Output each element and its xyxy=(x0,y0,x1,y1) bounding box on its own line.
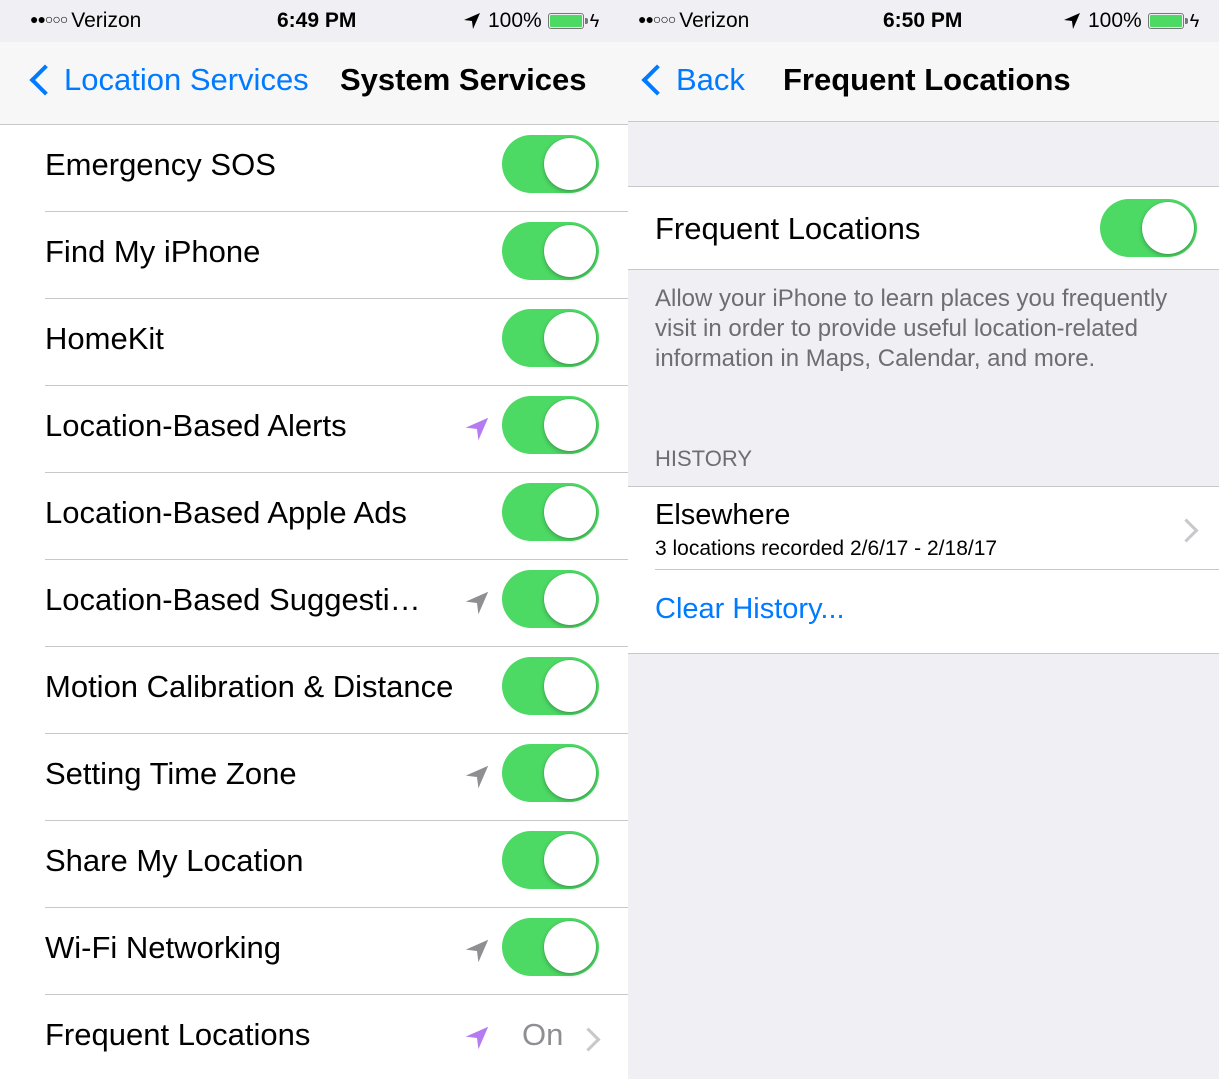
share-my-location-toggle[interactable] xyxy=(502,831,599,889)
row-value: On xyxy=(522,1017,564,1052)
row-label: Find My iPhone xyxy=(45,234,261,269)
motion-calibration-toggle[interactable] xyxy=(502,657,599,715)
battery-icon xyxy=(547,13,588,29)
row-label: Frequent Locations xyxy=(655,211,921,246)
history-section-header: HISTORY xyxy=(655,446,752,471)
history-item-subtitle: 3 locations recorded 2/6/17 - 2/18/17 xyxy=(655,537,998,560)
list-item-emergency-sos: Emergency SOS xyxy=(0,125,628,212)
row-label: HomeKit xyxy=(45,321,164,356)
signal-strength-icon: ●●○○○ xyxy=(30,11,68,27)
signal-strength-icon: ●●○○○ xyxy=(638,11,676,27)
list-item-setting-time-zone: Setting Time Zone xyxy=(0,734,628,821)
status-bar: ●●○○○ Verizon 6:49 PM 100% ϟ xyxy=(0,0,628,42)
location-arrow-icon xyxy=(464,13,480,29)
navigation-bar: Location Services System Services xyxy=(0,42,628,125)
battery-icon xyxy=(1147,13,1188,29)
back-button[interactable]: Location Services xyxy=(28,62,309,98)
row-label: Location-Based Apple Ads xyxy=(45,495,407,530)
chevron-right-icon xyxy=(576,1027,601,1052)
navigation-bar: Back Frequent Locations xyxy=(628,42,1219,122)
clear-history-button[interactable]: Clear History... xyxy=(655,593,845,626)
carrier-name: Verizon xyxy=(679,9,750,32)
row-label: Location-Based Suggesti… xyxy=(45,582,421,617)
emergency-sos-toggle[interactable] xyxy=(502,135,599,193)
chevron-left-icon xyxy=(641,64,673,96)
list-item-homekit: HomeKit xyxy=(0,299,628,386)
history-item-title: Elsewhere xyxy=(655,499,791,531)
chevron-left-icon xyxy=(29,64,61,96)
list-item-wifi-networking: Wi-Fi Networking xyxy=(0,908,628,995)
history-list: Elsewhere 3 locations recorded 2/6/17 - … xyxy=(628,486,1219,654)
location-arrow-icon xyxy=(1064,13,1080,29)
page-title: Frequent Locations xyxy=(783,62,1071,97)
list-item-location-based-apple-ads: Location-Based Apple Ads xyxy=(0,473,628,560)
row-label: Frequent Locations xyxy=(45,1017,311,1052)
row-label: Wi-Fi Networking xyxy=(45,930,281,965)
list-item-motion-calibration: Motion Calibration & Distance xyxy=(0,647,628,734)
row-label: Location-Based Alerts xyxy=(45,408,347,443)
frequent-locations-toggle[interactable] xyxy=(1100,199,1197,257)
charging-bolt-icon: ϟ xyxy=(1189,10,1200,31)
page-title: System Services xyxy=(340,62,587,97)
row-label: Motion Calibration & Distance xyxy=(45,669,454,704)
row-label: Share My Location xyxy=(45,843,304,878)
wifi-networking-toggle[interactable] xyxy=(502,918,599,976)
find-my-iphone-toggle[interactable] xyxy=(502,222,599,280)
list-item-share-my-location: Share My Location xyxy=(0,821,628,908)
frequent-locations-toggle-row: Frequent Locations xyxy=(628,186,1219,270)
frequent-locations-description: Allow your iPhone to learn places you fr… xyxy=(655,285,1168,372)
status-bar: ●●○○○ Verizon 6:50 PM 100% ϟ xyxy=(628,0,1219,42)
history-item-elsewhere[interactable]: Elsewhere 3 locations recorded 2/6/17 - … xyxy=(628,487,1219,570)
list-item-location-based-alerts: Location-Based Alerts xyxy=(0,386,628,473)
battery-percent: 100% xyxy=(1088,9,1142,32)
setting-time-zone-toggle[interactable] xyxy=(502,744,599,802)
location-arrow-icon xyxy=(465,417,489,441)
charging-bolt-icon: ϟ xyxy=(589,10,600,31)
chevron-right-icon xyxy=(1174,518,1199,543)
location-arrow-icon xyxy=(465,765,489,789)
status-time: 6:50 PM xyxy=(883,9,963,32)
back-button-label: Location Services xyxy=(64,62,309,97)
battery-percent: 100% xyxy=(488,9,542,32)
system-services-screen: ●●○○○ Verizon 6:49 PM 100% ϟ Location Ser… xyxy=(0,0,628,1079)
location-arrow-icon xyxy=(465,1026,489,1050)
location-based-suggestions-toggle[interactable] xyxy=(502,570,599,628)
carrier-name: Verizon xyxy=(71,9,142,32)
frequent-locations-screen: ●●○○○ Verizon 6:50 PM 100% ϟ Back Frequen… xyxy=(628,0,1219,1079)
status-time: 6:49 PM xyxy=(277,9,357,32)
homekit-toggle[interactable] xyxy=(502,309,599,367)
location-arrow-icon xyxy=(465,939,489,963)
list-item-find-my-iphone: Find My iPhone xyxy=(0,212,628,299)
row-label: Emergency SOS xyxy=(45,147,276,182)
location-based-alerts-toggle[interactable] xyxy=(502,396,599,454)
list-item-location-based-suggestions: Location-Based Suggesti… xyxy=(0,560,628,647)
back-button[interactable]: Back xyxy=(640,62,745,98)
location-arrow-icon xyxy=(465,591,489,615)
location-based-apple-ads-toggle[interactable] xyxy=(502,483,599,541)
row-label: Setting Time Zone xyxy=(45,756,297,791)
back-button-label: Back xyxy=(676,62,745,97)
list-item-frequent-locations[interactable]: Frequent Locations On xyxy=(0,995,628,1079)
settings-list: Emergency SOS Find My iPhone HomeKit Loc… xyxy=(0,125,628,1079)
